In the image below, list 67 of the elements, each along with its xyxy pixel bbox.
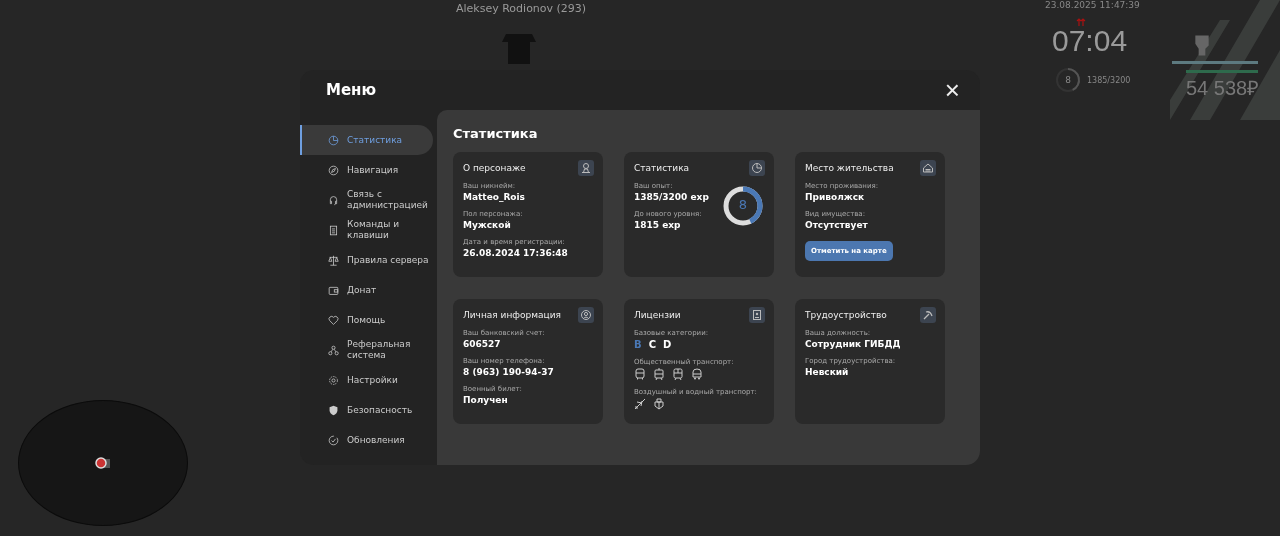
pickaxe-icon xyxy=(920,307,936,323)
scales-icon xyxy=(328,254,339,266)
field-value: 26.08.2024 17:36:48 xyxy=(463,248,568,258)
game-clock: 07:04 xyxy=(1052,24,1128,58)
house-icon xyxy=(920,160,936,176)
field-value: 8 (963) 190-94-37 xyxy=(463,367,554,377)
level-number: 8 xyxy=(737,197,749,212)
level-number: 8 xyxy=(1064,75,1072,85)
document-icon xyxy=(328,224,339,236)
bus-icon xyxy=(634,368,646,380)
sidebar-item[interactable]: Навигация xyxy=(300,155,433,185)
field-value: Matteo_Rois xyxy=(463,192,526,202)
tram-icon xyxy=(653,368,665,380)
sidebar-item[interactable]: Статистика xyxy=(300,125,433,155)
field-value: Сотрудник ГИБДД xyxy=(805,339,901,349)
sidebar-item[interactable]: Безопасность xyxy=(300,395,433,425)
field-value: Невский xyxy=(805,367,850,377)
field-value: Получен xyxy=(463,395,509,405)
date-time-text: 23.08.2025 11:47:39 xyxy=(1045,0,1140,10)
experience-text: 1385/3200 xyxy=(1087,75,1131,85)
sidebar-item[interactable]: Команды и клавиши xyxy=(300,215,433,245)
license-category: B xyxy=(634,339,642,350)
refresh-icon xyxy=(328,434,339,446)
pie-chart-icon xyxy=(328,134,339,146)
arrows-up-icon xyxy=(1076,18,1086,26)
money-text: 54 538₽ xyxy=(1186,76,1260,101)
sidebar-item[interactable]: Связь с администрацией xyxy=(300,185,433,215)
license-category: D xyxy=(662,339,672,350)
section-title: Статистика xyxy=(453,126,539,141)
id-card-icon xyxy=(749,307,765,323)
network-icon xyxy=(328,344,339,356)
sidebar-item[interactable]: Реферальная система xyxy=(300,335,433,365)
pie-chart-icon xyxy=(749,160,765,176)
card-title: Личная информация xyxy=(463,310,561,320)
sidebar-item[interactable]: Помощь xyxy=(300,305,433,335)
sidebar-item[interactable]: Настройки xyxy=(300,365,433,395)
airplane-icon xyxy=(634,398,646,410)
close-button[interactable]: × xyxy=(942,77,962,103)
player-name-tag: Aleksey Rodionov (293) xyxy=(456,2,587,15)
person-icon xyxy=(578,160,594,176)
heart-icon xyxy=(328,314,339,326)
card-title: О персонаже xyxy=(463,163,526,173)
card-title: Место жительства xyxy=(805,163,894,173)
card-title: Трудоустройство xyxy=(805,310,887,320)
headset-icon xyxy=(328,194,339,206)
field-value: Мужской xyxy=(463,220,512,230)
field-value: 606527 xyxy=(463,339,502,349)
trolleybus-icon xyxy=(691,368,703,380)
player-marker-icon xyxy=(95,457,111,469)
sidebar-item[interactable]: Обновления xyxy=(300,425,433,455)
menu-title: Меню xyxy=(326,81,377,99)
card-title: Лицензии xyxy=(634,310,681,320)
sidebar-item[interactable]: Правила сервера xyxy=(300,245,433,275)
shield-icon xyxy=(328,404,339,416)
train-icon xyxy=(672,368,684,380)
field-value: Приволжск xyxy=(805,192,866,202)
gear-icon xyxy=(328,374,339,386)
field-value: 1815 exp xyxy=(634,220,682,230)
field-value: 1385/3200 exp xyxy=(634,192,709,202)
field-value: Отсутствует xyxy=(805,220,869,230)
user-circle-icon xyxy=(578,307,594,323)
wallet-icon xyxy=(328,284,339,296)
sidebar-item[interactable]: Донат xyxy=(300,275,433,305)
compass-icon xyxy=(328,164,339,176)
license-category: C xyxy=(648,339,656,350)
armor-bar xyxy=(1186,70,1258,73)
card-title: Статистика xyxy=(634,163,690,173)
